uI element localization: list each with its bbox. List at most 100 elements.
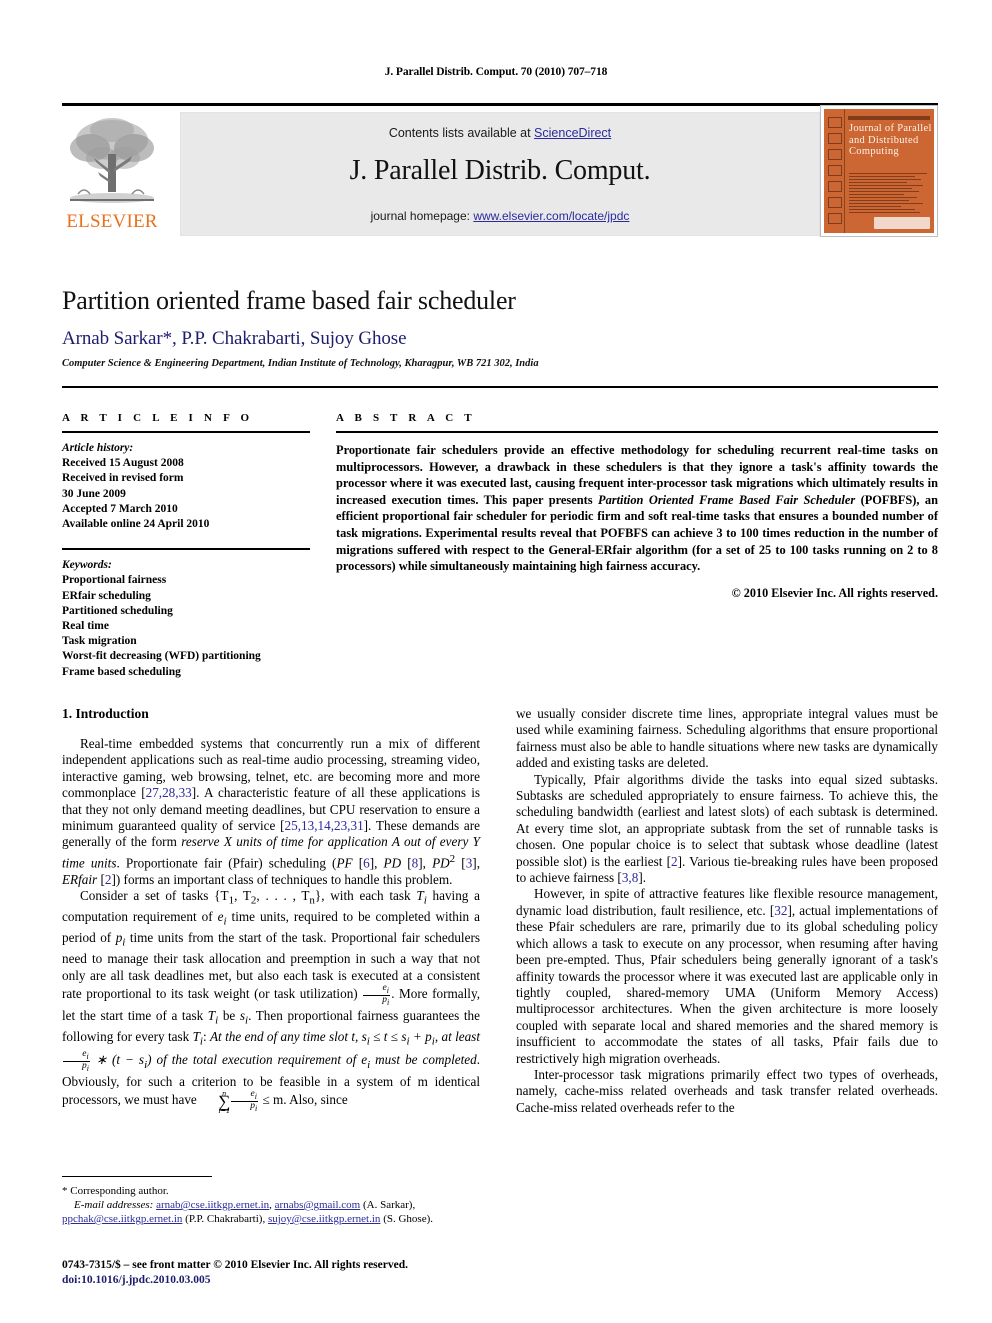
paragraph-5: However, in spite of attractive features…	[516, 886, 938, 1066]
keywords-rule	[62, 548, 310, 551]
p1-text-k: [	[97, 871, 105, 887]
elsevier-logo: ELSEVIER	[62, 108, 162, 237]
journal-masthead: ELSEVIER Contents lists available at Sci…	[62, 103, 938, 237]
p2-italic-c: + p	[409, 1028, 432, 1044]
keyword-item: Frame based scheduling	[62, 665, 181, 678]
p1-text-g: [	[401, 855, 412, 871]
keyword-item: Partitioned scheduling	[62, 604, 173, 617]
p2-var-T3: T	[192, 1028, 200, 1044]
citation-ref[interactable]: 6	[363, 855, 370, 870]
email-link-4[interactable]: sujoy@cse.iitkgp.ernet.in	[268, 1213, 380, 1225]
journal-cover-thumbnail: Journal of Parallel and Distributed Comp…	[820, 105, 938, 237]
article-history-label: Article history:	[62, 442, 134, 454]
paragraph-2: Consider a set of tasks {T1, T2, . . . ,…	[62, 888, 480, 1116]
frac-num-sub: i	[386, 985, 389, 995]
p2-text-d: }, with each task	[314, 888, 417, 904]
cover-spine	[824, 109, 845, 233]
section-heading-introduction: 1. Introduction	[62, 706, 149, 721]
author-affiliation: Computer Science & Engineering Departmen…	[62, 358, 539, 369]
email-owner-3: (S. Ghose).	[383, 1213, 433, 1225]
copyright-line: © 2010 Elsevier Inc. All rights reserved…	[731, 585, 938, 600]
p2-text-c: , . . . , T	[256, 888, 310, 904]
email-link-3[interactable]: ppchak@cse.iitkgp.ernet.in	[62, 1213, 182, 1225]
cover-contents-lines	[849, 173, 929, 215]
p1-italic-pd: PD	[383, 855, 402, 871]
email-owner-1: (A. Sarkar),	[362, 1199, 416, 1211]
email-addresses-note: E-mail addresses: arnab@cse.iitkgp.ernet…	[62, 1199, 433, 1225]
page-title: Partition oriented frame based fair sche…	[62, 286, 516, 315]
p4-text-c: ].	[638, 870, 647, 886]
p1-text-i: [	[455, 855, 466, 871]
author-list: Arnab Sarkar*, P.P. Chakrabarti, Sujoy G…	[62, 328, 407, 349]
p1-text-l: ]) forms an important class of technique…	[111, 871, 453, 887]
masthead-top-rule	[62, 103, 938, 106]
keyword-item: Task migration	[62, 635, 137, 648]
citation-ref[interactable]: 3,8	[622, 870, 638, 885]
citation-ref[interactable]: 27,28,33	[146, 785, 192, 800]
footnote-block: * Corresponding author. E-mail addresses…	[62, 1176, 492, 1226]
history-item: Received 15 August 2008	[62, 457, 184, 470]
elsevier-tree-icon	[64, 110, 160, 210]
history-item: Available online 24 April 2010	[62, 518, 210, 531]
journal-homepage-line: journal homepage: www.elsevier.com/locat…	[181, 209, 819, 223]
contents-available-line: Contents lists available at ScienceDirec…	[181, 126, 819, 140]
article-history-block: Article history: Received 15 August 2008…	[62, 441, 310, 532]
email-label: E-mail addresses:	[74, 1199, 154, 1211]
p1-text-h: ],	[418, 855, 433, 871]
journal-homepage-link[interactable]: www.elsevier.com/locate/jpdc	[473, 209, 629, 223]
corresponding-author-note: * Corresponding author.	[62, 1185, 169, 1197]
sciencedirect-link[interactable]: ScienceDirect	[534, 126, 611, 140]
journal-title: J. Parallel Distrib. Comput.	[349, 155, 651, 186]
journal-header-band: Contents lists available at ScienceDirec…	[180, 112, 820, 236]
p2-text-m: ≤ m. Also, since	[259, 1092, 348, 1108]
article-info-heading: A R T I C L E I N F O	[62, 412, 254, 424]
article-info-rule	[62, 431, 310, 433]
p2-text-b: , T	[234, 888, 251, 904]
frac2-den-sub: i	[86, 1064, 89, 1074]
paragraph-4: Typically, Pfair algorithms divide the t…	[516, 772, 938, 887]
body-column-left: 1. Introduction Real-time embedded syste…	[62, 706, 480, 1116]
p1-italic-pf: PF	[336, 855, 353, 871]
p2-text-i: be	[218, 1007, 240, 1023]
cover-top-rule	[848, 116, 930, 120]
elsevier-wordmark: ELSEVIER	[66, 211, 158, 232]
p1-text-d: . Proportionate fair (Pfair) scheduling …	[116, 855, 337, 871]
p5-text-b: ], actual implementations of these Pfair…	[516, 902, 938, 1066]
fraction-weight: ei pi	[363, 983, 391, 1008]
cover-artwork: Journal of Parallel and Distributed Comp…	[824, 109, 934, 233]
contents-prefix-text: Contents lists available at	[388, 126, 535, 140]
p2-italic-d: , at least	[434, 1028, 480, 1044]
frac2-num-sub: i	[86, 1051, 89, 1061]
paragraph-3: we usually consider discrete time lines,…	[516, 706, 938, 771]
keywords-label: Keywords:	[62, 559, 112, 572]
imprint-block: 0743-7315/$ – see front matter © 2010 El…	[62, 1258, 562, 1287]
frac3-den-sub: i	[254, 1104, 258, 1114]
cover-journal-title: Journal of Parallel and Distributed Comp…	[849, 123, 932, 157]
footnote-divider	[62, 1176, 212, 1177]
email-link-2[interactable]: arnabs@gmail.com	[275, 1199, 361, 1211]
frac-den-sub: i	[386, 998, 390, 1008]
p2-text-k: :	[202, 1028, 210, 1044]
citation-ref[interactable]: 32	[774, 903, 787, 918]
history-item: Accepted 7 March 2010	[62, 502, 178, 515]
p2-text-a: Consider a set of tasks {T	[80, 888, 229, 904]
history-item: 30 June 2009	[62, 487, 126, 500]
abstract-column: A B S T R A C T Proportionate fair sched…	[336, 412, 938, 601]
email-link-1[interactable]: arnab@cse.iitkgp.ernet.in	[156, 1199, 269, 1211]
p2-italic-g: must be completed	[370, 1052, 477, 1067]
issn-line: 0743-7315/$ – see front matter © 2010 El…	[62, 1259, 408, 1271]
keyword-item: Proportional fairness	[62, 574, 167, 587]
history-item: Received in revised form	[62, 472, 184, 485]
journal-article-page: J. Parallel Distrib. Comput. 70 (2010) 7…	[0, 0, 992, 1323]
p2-italic-f: ) of the total execution requirement of …	[147, 1052, 368, 1067]
sum-lower-limit: i=1	[218, 1106, 230, 1116]
abstract-italic-title: Partition Oriented Frame Based Fair Sche…	[598, 492, 856, 507]
p2-var-T: T	[416, 888, 424, 904]
citation-ref[interactable]: 2	[671, 854, 678, 869]
article-info-column: A R T I C L E I N F O Article history: R…	[62, 412, 310, 680]
running-head-citation: J. Parallel Distrib. Comput. 70 (2010) 7…	[384, 66, 608, 78]
fraction-weight-2: ei pi	[63, 1049, 90, 1074]
keyword-item: ERfair scheduling	[62, 589, 151, 602]
email-owner-2: (P.P. Chakrabarti),	[185, 1213, 266, 1225]
citation-ref[interactable]: 25,13,14,23,31	[285, 818, 364, 833]
